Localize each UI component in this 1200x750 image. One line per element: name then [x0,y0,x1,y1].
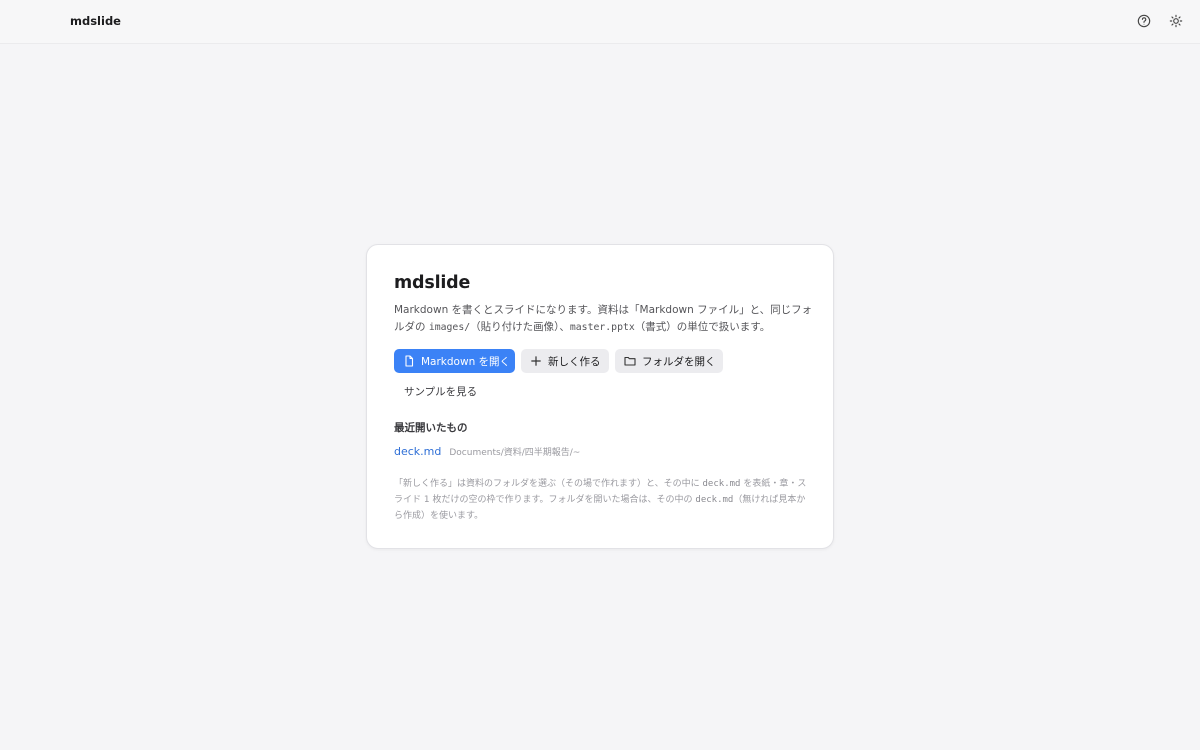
description-text: （貼り付けた画像）、 [470,321,570,333]
help-note: 「新しく作る」は資料のフォルダを選ぶ（その場で作れます）と、その中に deck.… [394,476,814,524]
app-title: mdslide [70,14,121,28]
sun-icon[interactable] [1168,13,1184,29]
recent-item-name[interactable]: deck.md [394,445,441,458]
note-code: deck.md [695,495,734,505]
card-title: mdslide [394,273,471,293]
help-icon[interactable] [1136,13,1152,29]
note-text: 「新しく作る」は資料のフォルダを選ぶ（その場で作れます）と、その中に [394,479,703,489]
file-icon [405,355,414,367]
description-code-master: master.pptx [569,322,635,333]
new-button[interactable]: 新しく作る [521,349,609,373]
description-text: （書式）の単位で扱います。 [634,321,771,333]
open-markdown-label: Markdown を開く [421,355,511,368]
description-code-images: images/ [428,322,471,333]
open-folder-label: フォルダを開く [642,355,716,368]
open-folder-button[interactable]: フォルダを開く [615,349,723,373]
plus-icon [531,356,541,366]
new-label: 新しく作る [548,355,601,368]
recent-section-title: 最近開いたもの [394,422,468,434]
note-code: deck.md [702,479,741,489]
recent-item-path: Documents/資料/四半期報告/~ [449,448,581,458]
open-markdown-button[interactable]: Markdown を開く [394,349,515,373]
welcome-card: mdslide Markdown を書くとスライドになります。資料は「Markd… [366,244,834,549]
top-bar: mdslide [0,0,1200,44]
folder-icon [624,356,636,366]
card-description: Markdown を書くとスライドになります。資料は「Markdown ファイル… [394,302,814,336]
view-sample-button[interactable]: サンプルを見る [394,379,487,403]
recent-item[interactable]: deck.md Documents/資料/四半期報告/~ [394,445,580,461]
